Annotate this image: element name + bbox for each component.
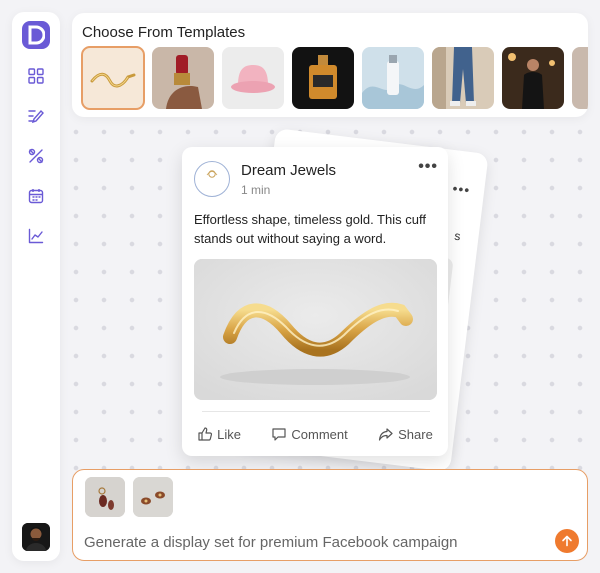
post-time: 1 min — [241, 183, 271, 197]
user-avatar[interactable] — [22, 523, 50, 551]
templates-panel: Choose From Templates — [72, 13, 588, 117]
analytics-chart-icon[interactable] — [24, 224, 48, 248]
template-thumb-partial[interactable] — [572, 47, 588, 109]
dashboard-grid-icon[interactable] — [24, 64, 48, 88]
template-thumb-leather-jacket[interactable] — [502, 47, 564, 109]
template-thumb-perfume[interactable] — [292, 47, 354, 109]
share-icon — [379, 428, 393, 441]
app-logo[interactable] — [22, 21, 50, 49]
more-options-icon[interactable]: ••• — [452, 180, 472, 198]
brand-avatar — [194, 161, 230, 197]
share-button[interactable]: Share — [378, 424, 433, 444]
template-thumb-cosmetic-splash[interactable] — [362, 47, 424, 109]
arrow-up-icon — [562, 535, 572, 547]
calendar-icon[interactable] — [24, 184, 48, 208]
post-actions: Like Comment Share — [182, 424, 448, 444]
like-label: Like — [217, 426, 242, 442]
variant-card-text: s — [453, 228, 462, 244]
template-thumb-jeans[interactable] — [432, 47, 494, 109]
attachment-thumb-2[interactable] — [133, 477, 173, 517]
post-image — [194, 259, 437, 400]
more-options-icon[interactable]: ••• — [418, 158, 438, 176]
send-button[interactable] — [555, 529, 579, 553]
post-divider — [202, 411, 430, 412]
template-thumb-gold-cuff[interactable] — [81, 46, 145, 110]
template-thumb-pink-hat[interactable] — [222, 47, 284, 109]
comment-label: Comment — [291, 426, 348, 442]
brand-name: Dream Jewels — [241, 162, 337, 179]
prompt-input[interactable] — [84, 532, 554, 552]
comment-icon — [272, 428, 286, 441]
attachment-thumb-1[interactable] — [85, 477, 125, 517]
like-icon — [198, 427, 213, 441]
post-caption: Effortless shape, timeless gold. This cu… — [194, 212, 426, 246]
tools-icon[interactable] — [24, 144, 48, 168]
prompt-box — [72, 469, 588, 561]
post-preview-card[interactable]: Dream Jewels 1 min ••• Effortless shape,… — [182, 147, 448, 456]
comment-button[interactable]: Comment — [271, 424, 348, 444]
templates-title: Choose From Templates — [82, 24, 246, 41]
template-thumb-lipstick[interactable] — [152, 47, 214, 109]
compose-icon[interactable] — [24, 104, 48, 128]
logo-d-icon — [28, 25, 45, 45]
sidebar — [12, 12, 60, 561]
like-button[interactable]: Like — [197, 424, 241, 444]
share-label: Share — [398, 426, 433, 442]
